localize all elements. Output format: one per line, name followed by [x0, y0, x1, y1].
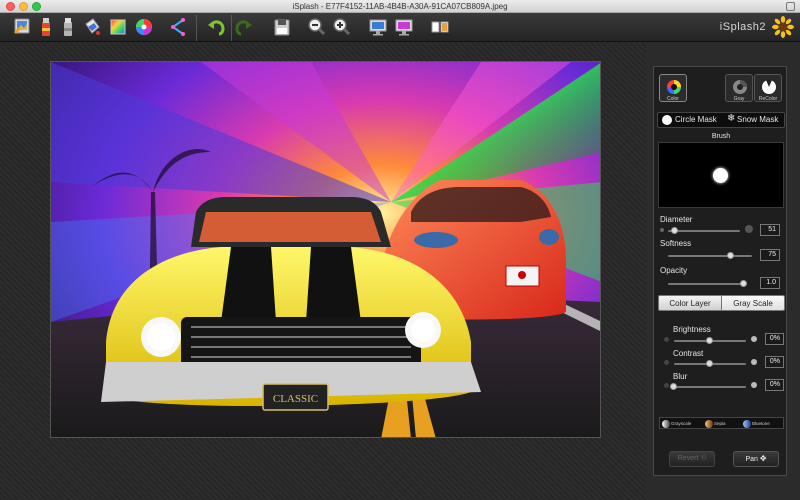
- contrast-max-icon: [751, 359, 757, 365]
- brush-preview: [658, 142, 784, 208]
- softness-label: Softness: [660, 239, 692, 248]
- gradient-square-icon[interactable]: [108, 16, 128, 38]
- zoom-out-icon[interactable]: [307, 16, 327, 38]
- title-bar: iSplash - E77F4152-11AB-4B4B-A30A-91CA07…: [0, 0, 800, 13]
- circle-mask-icon[interactable]: [662, 115, 672, 125]
- toolbar-separator: [196, 15, 197, 41]
- undo-icon[interactable]: [206, 16, 226, 38]
- diameter-slider[interactable]: [668, 227, 740, 234]
- softness-slider-knob[interactable]: [727, 252, 734, 259]
- diameter-label: Diameter: [660, 215, 693, 224]
- preset-bluetone[interactable]: Bluetone: [743, 419, 770, 428]
- tab-gray-scale[interactable]: Gray Scale: [721, 295, 785, 311]
- blur-value[interactable]: 0%: [765, 379, 784, 391]
- brush-section-title: Brush: [711, 133, 731, 140]
- blur-label: Blur: [673, 372, 688, 381]
- brightness-value[interactable]: 0%: [765, 333, 784, 345]
- save-icon[interactable]: [272, 16, 292, 38]
- revert-icon: ⟲: [700, 455, 707, 462]
- blur-slider[interactable]: [670, 383, 746, 390]
- revert-button[interactable]: Revert ⟲: [669, 451, 715, 467]
- preset-sepia[interactable]: Sepia: [705, 419, 726, 428]
- zoom-in-icon[interactable]: [332, 16, 352, 38]
- contrast-dot-icon: [664, 360, 669, 365]
- app-brand: iSplash2: [719, 21, 766, 33]
- brightness-label: Brightness: [673, 325, 711, 334]
- large-dot-icon: [745, 225, 753, 233]
- snow-mask-option[interactable]: Snow Mask: [737, 115, 778, 124]
- opacity-slider-knob[interactable]: [740, 280, 747, 287]
- toolbar-separator: [231, 15, 232, 41]
- edited-photo-canvas[interactable]: CLASSIC: [50, 61, 601, 438]
- tab-color-layer[interactable]: Color Layer: [658, 295, 722, 311]
- brush-dot: [713, 168, 728, 183]
- contrast-slider-knob[interactable]: [706, 360, 713, 367]
- share-icon[interactable]: [168, 16, 188, 38]
- diameter-value[interactable]: 51: [760, 224, 780, 236]
- close-window-button[interactable]: [6, 2, 15, 11]
- monitor-preview-icon[interactable]: [394, 16, 414, 38]
- tools-panel: Color Gray ReColor Circle Mask ❄ Snow Ma…: [653, 66, 787, 476]
- contrast-slider[interactable]: [674, 360, 746, 367]
- opacity-label: Opacity: [660, 266, 688, 275]
- pan-button-label: Pan: [745, 456, 758, 463]
- brightness-slider[interactable]: [674, 337, 746, 344]
- recolor-mode-label: ReColor: [758, 96, 778, 102]
- blur-max-icon: [751, 382, 757, 388]
- bluetone-swatch-icon: [743, 419, 751, 428]
- brightness-dot-icon: [664, 337, 669, 342]
- gray-mode-button[interactable]: Gray: [725, 74, 753, 102]
- blur-dot-icon: [664, 383, 669, 388]
- revert-button-label: Revert: [677, 455, 699, 462]
- monitor-original-icon[interactable]: [368, 16, 388, 38]
- blur-slider-knob[interactable]: [670, 383, 677, 390]
- redo-icon[interactable]: [234, 16, 254, 38]
- preset-bluetone-label: Bluetone: [752, 421, 770, 426]
- paint-bucket-icon[interactable]: [82, 16, 102, 38]
- preset-bar: Grayscale Sepia Bluetone: [659, 417, 784, 429]
- small-dot-icon: [660, 228, 664, 232]
- paint-tube-icon[interactable]: [36, 16, 56, 38]
- toolbar: iSplash2: [0, 13, 800, 42]
- eraser-tube-icon[interactable]: [58, 16, 78, 38]
- pan-button[interactable]: Pan ✥: [733, 451, 779, 467]
- opacity-value[interactable]: 1.0: [760, 277, 780, 289]
- minimize-window-button[interactable]: [19, 2, 28, 11]
- color-wheel-icon[interactable]: [134, 16, 154, 38]
- open-image-icon[interactable]: [12, 16, 32, 38]
- softness-value[interactable]: 75: [760, 249, 780, 261]
- gray-mode-label: Gray: [733, 96, 745, 102]
- sunflower-logo-icon: [772, 16, 794, 38]
- window-title: iSplash - E77F4152-11AB-4B4B-A30A-91CA07…: [292, 2, 508, 11]
- brightness-slider-knob[interactable]: [706, 337, 713, 344]
- diameter-slider-knob[interactable]: [671, 227, 679, 234]
- grayscale-swatch-icon: [662, 419, 670, 428]
- recolor-mode-button[interactable]: ReColor: [754, 74, 782, 102]
- fullscreen-button[interactable]: [786, 2, 795, 11]
- mask-selector: Circle Mask ❄ Snow Mask: [657, 112, 785, 128]
- preset-sepia-label: Sepia: [714, 421, 726, 426]
- pan-arrows-icon: ✥: [759, 454, 767, 463]
- contrast-value[interactable]: 0%: [765, 356, 784, 368]
- color-mode-label: Color: [667, 96, 679, 102]
- sepia-swatch-icon: [705, 419, 713, 428]
- opacity-slider[interactable]: [668, 280, 747, 287]
- split-view-icon[interactable]: [430, 16, 450, 38]
- contrast-label: Contrast: [673, 349, 704, 358]
- color-mode-button[interactable]: Color: [659, 74, 687, 102]
- preset-grayscale-label: Grayscale: [671, 421, 692, 426]
- circle-mask-option[interactable]: Circle Mask: [675, 115, 717, 124]
- brightness-max-icon: [751, 336, 757, 342]
- snowflake-icon[interactable]: ❄: [727, 113, 735, 124]
- license-plate-text: CLASSIC: [273, 393, 318, 405]
- softness-slider[interactable]: [668, 252, 752, 259]
- zoom-window-button[interactable]: [32, 2, 41, 11]
- preset-grayscale[interactable]: Grayscale: [662, 419, 691, 428]
